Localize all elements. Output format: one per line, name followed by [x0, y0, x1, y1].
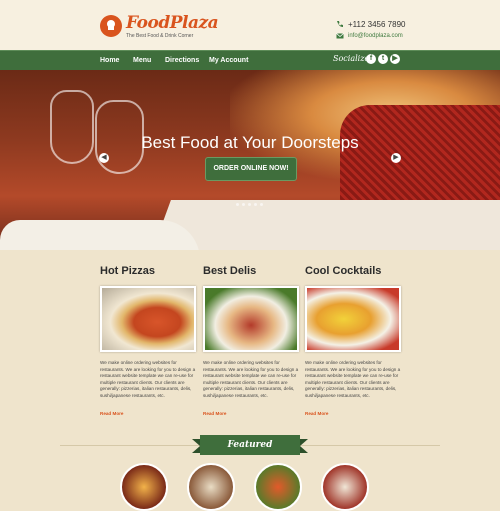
logo[interactable]: [100, 15, 122, 37]
pizza-image[interactable]: [100, 286, 196, 352]
slider-dot[interactable]: [236, 203, 239, 206]
main-nav: Home Menu Directions My Account: [0, 50, 500, 71]
section-title-best-delis: Best Delis: [203, 265, 257, 277]
brand-tagline: The Best Food & Drink Corner: [126, 33, 194, 39]
read-more-link[interactable]: Read More: [203, 411, 227, 416]
nav-item-home[interactable]: Home: [100, 57, 119, 64]
slider-dot[interactable]: [242, 203, 245, 206]
section-body-hot-pizzas: We make online ordering websites for res…: [100, 360, 196, 398]
section-body-best-delis: We make online ordering websites for res…: [203, 360, 299, 398]
hero-napkin-image: [0, 220, 200, 250]
section-body-cool-cocktails: We make online ordering websites for res…: [305, 360, 401, 398]
youtube-icon[interactable]: ▶: [390, 54, 400, 64]
nav-item-menu[interactable]: Menu: [133, 57, 151, 64]
hero-title: Best Food at Your Doorsteps: [141, 133, 359, 152]
featured-item-image[interactable]: [187, 463, 235, 511]
read-more-link[interactable]: Read More: [100, 411, 124, 416]
featured-ribbon: Featured: [192, 435, 308, 455]
phone-icon: [337, 21, 343, 28]
slider-dot[interactable]: [260, 203, 263, 206]
facebook-icon[interactable]: f: [366, 54, 376, 64]
featured-item-image[interactable]: [254, 463, 302, 511]
brand-name[interactable]: FoodPlaza: [126, 13, 219, 33]
section-title-cool-cocktails: Cool Cocktails: [305, 265, 382, 277]
chef-hat-icon: [107, 20, 115, 30]
section-title-hot-pizzas: Hot Pizzas: [100, 265, 156, 277]
header: [0, 0, 500, 50]
featured-item-image[interactable]: [321, 463, 369, 511]
deli-image[interactable]: [203, 286, 299, 352]
email-link[interactable]: info@foodplaza.com: [348, 33, 403, 39]
slider-dot[interactable]: [248, 203, 251, 206]
read-more-link[interactable]: Read More: [305, 411, 329, 416]
slider-dots: [236, 203, 263, 206]
phone-number: +112 3456 7890: [348, 19, 406, 29]
slider-dot[interactable]: [254, 203, 257, 206]
email-icon: [336, 33, 344, 39]
slider-prev-icon[interactable]: ◀: [99, 153, 109, 163]
order-online-button[interactable]: ORDER ONLINE NOW!: [205, 157, 297, 181]
twitter-icon[interactable]: t: [378, 54, 388, 64]
nav-item-my-account[interactable]: My Account: [209, 57, 248, 64]
cocktail-image[interactable]: [305, 286, 401, 352]
hero-table-image: [149, 200, 500, 250]
slider-next-icon[interactable]: ▶: [391, 153, 401, 163]
nav-item-directions[interactable]: Directions: [165, 57, 199, 64]
contact-info: +112 3456 7890 info@foodplaza.com: [336, 18, 405, 42]
featured-item-image[interactable]: [120, 463, 168, 511]
